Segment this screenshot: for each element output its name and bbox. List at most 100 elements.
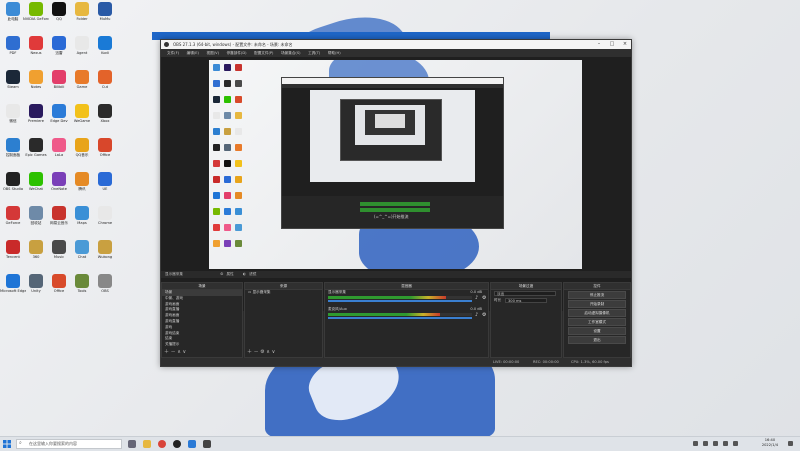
mixer-channel: 麦克风/Aux 0.0 dB ♪ ⚙ [328, 307, 487, 319]
nested-icon [235, 240, 242, 247]
nested-icon [213, 208, 220, 215]
chrome-taskbar-icon[interactable] [158, 440, 166, 448]
app-icon [6, 2, 20, 16]
taskbar-search-input[interactable]: 在这里输入你要搜索的内容 [16, 439, 122, 449]
desktop-icon[interactable]: Kodi [92, 36, 118, 64]
scenes-title: 场景 [162, 283, 242, 290]
speaker-icon[interactable]: ♪ [475, 312, 478, 318]
obs-window[interactable]: OBS 27.1.3 (64-bit, windows) - 配置文件: 未命名… [160, 39, 632, 367]
menu-help[interactable]: 帮助(H) [328, 51, 341, 55]
add-scene-button[interactable]: ＋ [164, 349, 169, 355]
app-icon [6, 274, 20, 288]
obs-taskbar-icon[interactable] [173, 440, 181, 448]
properties-button[interactable]: 属性 [227, 272, 234, 276]
taskbar-clock[interactable]: 16:40 2022/1/4 [762, 438, 778, 448]
speaker-icon[interactable]: ♪ [475, 295, 478, 301]
filters-button[interactable]: 滤镜 [249, 272, 256, 276]
volume-meter [328, 313, 472, 316]
settings-button[interactable]: 设置 [568, 327, 626, 335]
scene-item[interactable]: 关播提示 [162, 342, 242, 348]
battery-icon[interactable] [723, 441, 728, 446]
desktop-icon[interactable]: Chrome [92, 206, 118, 234]
volume-slider[interactable] [328, 317, 472, 319]
desktop-icon[interactable]: Cut [92, 70, 118, 98]
controls-dock: 控件 停止推流 开始录制 启动虚拟摄像机 工作室模式 设置 退出 [563, 282, 631, 358]
duration-input[interactable]: 300 ms [505, 298, 547, 303]
remove-scene-button[interactable]: － [171, 349, 176, 355]
menu-profile[interactable]: 配置文件(P) [254, 51, 273, 55]
tray-chevron-icon[interactable] [693, 441, 698, 446]
app-icon [29, 2, 43, 16]
desktop-icon-label: UE [102, 187, 108, 191]
window-title: OBS 27.1.3 (64-bit, windows) - 配置文件: 未命名… [173, 42, 293, 47]
channel-gear-icon[interactable]: ⚙ [482, 312, 486, 318]
nested-icon [235, 64, 242, 71]
desktop-icon-label: Cut [101, 85, 109, 89]
stop-streaming-button[interactable]: 停止推流 [568, 291, 626, 299]
desktop-icon-label: Kodi [101, 51, 109, 55]
browser-taskbar-icon[interactable] [188, 440, 196, 448]
source-settings-gear-icon[interactable]: ⚙ [260, 349, 264, 355]
windows-start-icon[interactable] [3, 440, 11, 448]
nested-icon [235, 160, 242, 167]
app-icon [75, 240, 89, 254]
close-button[interactable]: × [619, 40, 631, 49]
volume-slider[interactable] [328, 300, 472, 302]
search-icon: ⌕ [19, 440, 22, 446]
app-icon [6, 138, 20, 152]
menu-view[interactable]: 视图(V) [207, 51, 219, 55]
preview-canvas[interactable]: (=^_^=)开始推流 [209, 60, 582, 269]
source-toolbar: 显示器采集 ⚙ 属性 ◐ 滤镜 [161, 271, 631, 278]
desktop-icon[interactable]: UE [92, 172, 118, 200]
source-up-button[interactable]: ∧ [266, 349, 270, 355]
app-icon [75, 36, 89, 50]
explorer-taskbar-icon[interactable] [143, 440, 151, 448]
desktop-icon[interactable]: Office [92, 138, 118, 166]
maximize-button[interactable]: □ [606, 40, 618, 49]
nested-icon [235, 112, 242, 119]
notification-icon[interactable] [788, 441, 793, 446]
app-icon [98, 240, 112, 254]
minimize-button[interactable]: – [593, 40, 605, 49]
volume-icon[interactable] [713, 441, 718, 446]
start-virtual-camera-button[interactable]: 启动虚拟摄像机 [568, 309, 626, 317]
scenes-dock: 场景 场景 中景、游戏 游戏画面 游戏直播 游戏画面 游戏直播 游戏 游戏结束 结束 关播提示 ＋… [161, 282, 243, 358]
gear-icon[interactable]: ⚙ [220, 272, 223, 276]
exit-button[interactable]: 退出 [568, 336, 626, 344]
nested-icon [224, 128, 231, 135]
scene-down-button[interactable]: ∨ [182, 349, 186, 355]
source-down-button[interactable]: ∨ [272, 349, 276, 355]
desktop-icon[interactable]: MuMu [92, 2, 118, 30]
menu-file[interactable]: 文件(F) [167, 51, 179, 55]
network-icon[interactable] [703, 441, 708, 446]
app-icon [52, 70, 66, 84]
ime-icon[interactable] [733, 441, 738, 446]
desktop-icon[interactable]: Wukong [92, 240, 118, 268]
duration-label: 时长 [494, 298, 502, 302]
source-item[interactable]: ▭ 显示器采集 [245, 290, 322, 296]
scene-up-button[interactable]: ∧ [177, 349, 181, 355]
add-source-button[interactable]: ＋ [247, 349, 252, 355]
menu-docks[interactable]: 停靠部件(D) [227, 51, 247, 55]
channel-gear-icon[interactable]: ⚙ [482, 295, 486, 301]
transition-type-select[interactable]: 淡出 [494, 291, 556, 296]
filter-icon[interactable]: ◐ [243, 272, 246, 276]
desktop-icon[interactable]: Xbox [92, 104, 118, 132]
studio-mode-button[interactable]: 工作室模式 [568, 318, 626, 326]
nested-icon [224, 80, 231, 87]
scenes-toolbar: ＋ － ∧ ∨ [164, 349, 186, 355]
menu-tools[interactable]: 工具(T) [308, 51, 320, 55]
menu-edit[interactable]: 编辑(E) [187, 51, 199, 55]
nested-icon [213, 240, 220, 247]
app-taskbar-icon[interactable] [203, 440, 211, 448]
task-view-icon[interactable] [128, 440, 136, 448]
remove-source-button[interactable]: － [254, 349, 259, 355]
nested-icon [213, 192, 220, 199]
app-icon [6, 36, 20, 50]
app-icon [98, 70, 112, 84]
desktop-icon[interactable]: OBS [92, 274, 118, 302]
start-recording-button[interactable]: 开始录制 [568, 300, 626, 308]
menu-scene-collection[interactable]: 场景集合(S) [281, 51, 300, 55]
nested-icon [235, 144, 242, 151]
mixer-channel: 显示器采集 0.0 dB ♪ ⚙ [328, 290, 487, 302]
